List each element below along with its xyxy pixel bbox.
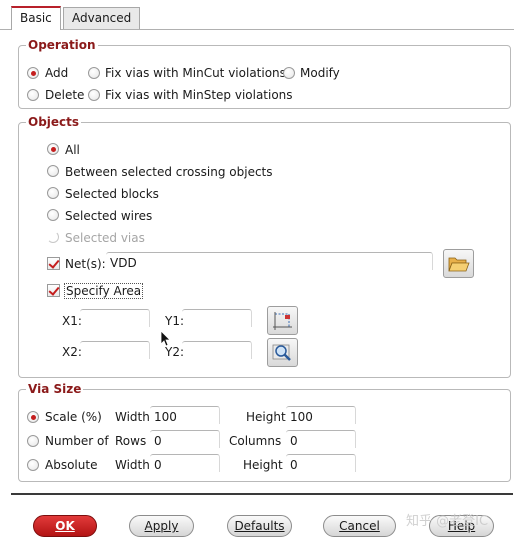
- op-add-label[interactable]: Add: [45, 66, 68, 80]
- via-number-label[interactable]: Number of: [45, 434, 109, 448]
- via-abs-width-label: Width: [115, 458, 150, 472]
- x2-input[interactable]: [80, 341, 150, 359]
- browse-nets-button[interactable]: [443, 249, 474, 278]
- zoom-area-button[interactable]: [267, 338, 298, 367]
- obj-vias-label: Selected vias: [65, 231, 145, 245]
- op-fix-minstep-radio[interactable]: [88, 89, 100, 101]
- defaults-button[interactable]: Defaults: [227, 515, 292, 537]
- nets-input[interactable]: [106, 252, 433, 270]
- operation-title: Operation: [26, 38, 98, 52]
- via-number-radio[interactable]: [27, 435, 39, 447]
- via-absolute-label[interactable]: Absolute: [45, 458, 97, 472]
- folder-open-icon: [448, 257, 470, 272]
- y1-input[interactable]: [182, 309, 252, 327]
- obj-crossing-radio[interactable]: [47, 165, 59, 177]
- pick-area-button[interactable]: [267, 306, 298, 335]
- via-scale-width-label: Width: [115, 410, 150, 424]
- tab-basic[interactable]: Basic: [11, 6, 61, 30]
- op-fix-minstep-label[interactable]: Fix vias with MinStep violations: [105, 88, 293, 102]
- obj-blocks-radio[interactable]: [47, 187, 59, 199]
- ok-button-label: OK: [55, 519, 75, 533]
- apply-button[interactable]: Apply: [129, 515, 194, 537]
- ok-button[interactable]: OK: [33, 515, 97, 537]
- via-absolute-radio[interactable]: [27, 459, 39, 471]
- tab-advanced[interactable]: Advanced: [63, 7, 141, 29]
- obj-all-label[interactable]: All: [65, 143, 80, 157]
- nets-label[interactable]: Net(s):: [65, 257, 106, 271]
- via-rows-label: Rows: [115, 434, 147, 448]
- cancel-button[interactable]: Cancel: [323, 515, 396, 537]
- obj-wires-radio[interactable]: [47, 209, 59, 221]
- x1-input[interactable]: [80, 309, 150, 327]
- via-scale-label[interactable]: Scale (%): [45, 410, 102, 424]
- obj-all-radio[interactable]: [47, 143, 59, 155]
- bottom-separator: [11, 493, 513, 495]
- y2-input[interactable]: [182, 341, 252, 359]
- via-abs-width-input[interactable]: [150, 454, 220, 472]
- tab-divider: [0, 29, 514, 30]
- apply-button-label: Apply: [144, 519, 179, 533]
- via-scale-width-input[interactable]: [150, 406, 220, 424]
- op-delete-radio[interactable]: [27, 89, 39, 101]
- obj-wires-label[interactable]: Selected wires: [65, 209, 152, 223]
- op-delete-label[interactable]: Delete: [45, 88, 84, 102]
- watermark: 知乎 @老登IC: [406, 514, 489, 529]
- op-modify-label[interactable]: Modify: [300, 66, 340, 80]
- specify-area-checkbox[interactable]: [47, 284, 60, 297]
- via-scale-height-label: Height: [246, 410, 286, 424]
- obj-vias-radio: [47, 231, 59, 243]
- op-modify-radio[interactable]: [283, 67, 295, 79]
- via-abs-height-label: Height: [243, 458, 283, 472]
- obj-blocks-label[interactable]: Selected blocks: [65, 187, 159, 201]
- x1-label: X1:: [62, 314, 82, 328]
- via-abs-height-input[interactable]: [286, 454, 356, 472]
- defaults-button-label: Defaults: [234, 519, 285, 533]
- objects-title: Objects: [26, 115, 82, 129]
- objects-group: [18, 122, 511, 378]
- via-columns-input[interactable]: [286, 430, 356, 448]
- specify-area-label[interactable]: Specify Area: [64, 283, 144, 299]
- select-area-icon: [273, 312, 292, 330]
- via-size-title: Via Size: [26, 382, 84, 396]
- via-rows-input[interactable]: [150, 430, 220, 448]
- op-fix-mincut-radio[interactable]: [88, 67, 100, 79]
- via-columns-label: Columns: [229, 434, 282, 448]
- via-scale-radio[interactable]: [27, 411, 39, 423]
- op-fix-mincut-label[interactable]: Fix vias with MinCut violations: [105, 66, 286, 80]
- op-add-radio[interactable]: [27, 67, 39, 79]
- x2-label: X2:: [62, 345, 82, 359]
- via-scale-height-input[interactable]: [286, 406, 356, 424]
- cancel-button-label: Cancel: [339, 519, 380, 533]
- obj-crossing-label[interactable]: Between selected crossing objects: [65, 165, 273, 179]
- nets-checkbox[interactable]: [47, 257, 60, 270]
- mouse-cursor-icon: [160, 330, 171, 347]
- magnifier-icon: [272, 344, 291, 361]
